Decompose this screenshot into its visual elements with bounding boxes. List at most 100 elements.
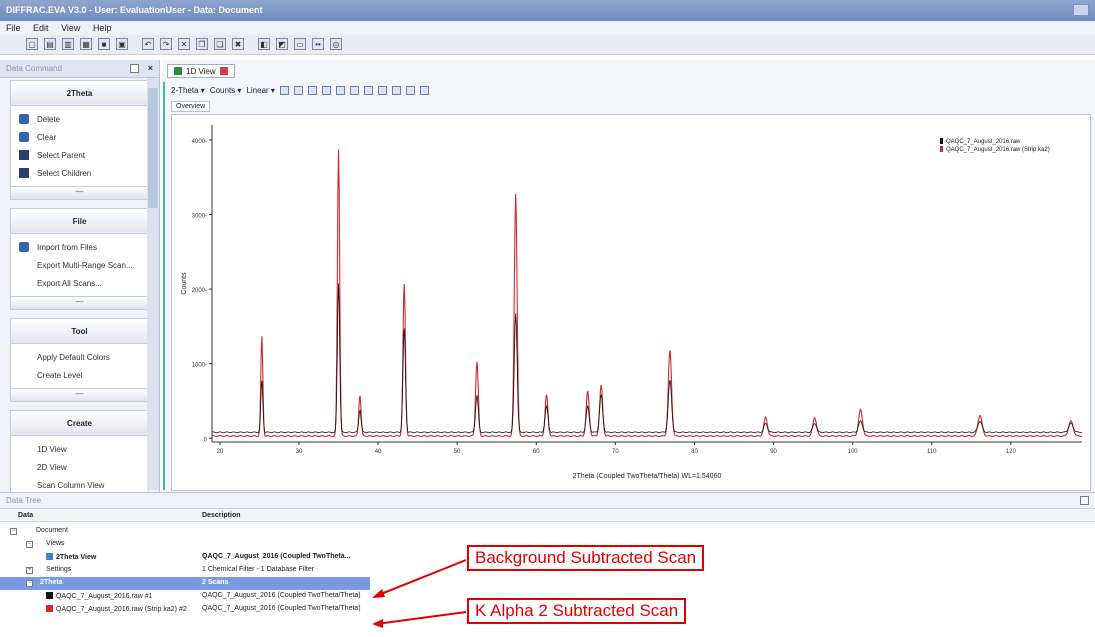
command-select-parent[interactable]: Select Parent: [11, 146, 148, 164]
tree-node-description: 1 Chemical Filter - 1 Database Filter: [202, 566, 315, 573]
tool-icon[interactable]: ◧: [258, 38, 270, 50]
command-panel-scrollbar[interactable]: [147, 78, 159, 490]
data-command-title: Data Command: [6, 64, 63, 73]
zoom-icon[interactable]: ◎: [330, 38, 342, 50]
collapse-icon[interactable]: −: [10, 528, 17, 535]
collapse-bar[interactable]: —: [10, 186, 149, 200]
scan-color-icon: [46, 592, 53, 599]
tree-node-description: 2 Scans: [202, 579, 229, 586]
command-label: Delete: [37, 114, 61, 124]
legend-swatch: [940, 146, 943, 152]
active-view-indicator: [163, 82, 165, 490]
tree-row-2theta-view[interactable]: 2Theta View QAQC_7_August_2016 (Coupled …: [0, 551, 370, 564]
command-create-level[interactable]: Create Level: [11, 366, 148, 384]
series-line-1: [211, 283, 1083, 434]
tree-row-scan-1[interactable]: QAQC_7_August_2016.raw #1 QAQC_7_August_…: [0, 590, 370, 603]
background-icon[interactable]: [391, 85, 401, 95]
tree-row-2theta[interactable]: − 2Theta 2 Scans: [0, 577, 370, 590]
data-tree-column-header: Data Description: [0, 510, 1095, 522]
window-control-button[interactable]: [1073, 4, 1089, 16]
filter-icon[interactable]: [293, 85, 303, 95]
zoom-fit-icon[interactable]: [279, 85, 289, 95]
collapse-icon[interactable]: −: [26, 541, 33, 548]
x-tick-label: 100: [848, 449, 859, 455]
window-icon[interactable]: ▭: [294, 38, 306, 50]
command-2d-view[interactable]: 2D View: [11, 458, 148, 476]
graph-icon[interactable]: [307, 85, 317, 95]
peak-search-icon[interactable]: [377, 85, 387, 95]
tree-node-label: 2Theta: [40, 579, 63, 586]
close-tab-icon[interactable]: [219, 67, 228, 75]
collapse-icon[interactable]: −: [26, 580, 33, 587]
chart-icon[interactable]: ◩: [276, 38, 288, 50]
expand-icon[interactable]: +: [26, 567, 33, 574]
scan-color-icon: [46, 605, 53, 612]
tree-node-label: Settings: [46, 566, 72, 573]
command-apply-default-colors[interactable]: Apply Default Colors: [11, 348, 148, 366]
section-title-2theta[interactable]: 2Theta: [10, 80, 149, 106]
print-icon[interactable]: ▣: [116, 38, 128, 50]
menu-view[interactable]: View: [61, 23, 80, 33]
close-icon[interactable]: ×: [148, 63, 153, 73]
y-tick-label: 4000-: [192, 139, 207, 145]
open-icon[interactable]: ▤: [44, 38, 56, 50]
column-description[interactable]: Description: [202, 512, 241, 519]
cut-icon[interactable]: ✕: [178, 38, 190, 50]
command-clear[interactable]: Clear: [11, 128, 148, 146]
pin-icon[interactable]: [1080, 496, 1089, 505]
paste-icon[interactable]: ❏: [214, 38, 226, 50]
tab-overview[interactable]: Overview: [171, 101, 211, 112]
scale-dropdown[interactable]: Linear ▾: [246, 86, 275, 95]
command-1d-view[interactable]: 1D View: [11, 440, 148, 458]
grid-icon[interactable]: [321, 85, 331, 95]
plot-frame[interactable]: 0 1000- 2000- 3000- 4000- 20 30 40 50 60 70 80 90 100…: [171, 114, 1091, 491]
command-label: Import from Files: [37, 242, 98, 252]
tree-row-settings[interactable]: + Settings 1 Chemical Filter - 1 Databas…: [0, 564, 370, 577]
command-import-from-files[interactable]: Import from Files: [11, 238, 148, 256]
collapse-bar[interactable]: —: [10, 296, 149, 310]
y-unit-label: Counts: [209, 85, 236, 95]
import-icon[interactable]: ▦: [80, 38, 92, 50]
scrollbar-thumb[interactable]: [148, 88, 158, 208]
command-export-all-scans[interactable]: Export All Scans...: [11, 274, 148, 292]
save-icon[interactable]: ■: [98, 38, 110, 50]
export-icon[interactable]: [419, 85, 429, 95]
command-delete[interactable]: Delete: [11, 110, 148, 128]
open-recent-icon[interactable]: ▥: [62, 38, 74, 50]
command-label: Scan Column View: [37, 480, 105, 490]
peak-icon[interactable]: [363, 85, 373, 95]
tree-row-document[interactable]: − Document: [0, 525, 370, 538]
section-title-tool[interactable]: Tool: [10, 318, 149, 344]
strip-icon[interactable]: [405, 85, 415, 95]
delete-icon[interactable]: ✖: [232, 38, 244, 50]
diffraction-chart[interactable]: 0 1000- 2000- 3000- 4000- 20 30 40 50 60 70 80 90 100…: [172, 115, 1090, 490]
undo-zoom-icon[interactable]: [335, 85, 345, 95]
pin-icon[interactable]: [130, 64, 139, 73]
y-tick-label: 3000-: [192, 214, 207, 220]
section-title-create[interactable]: Create: [10, 410, 149, 436]
collapse-bar[interactable]: —: [10, 388, 149, 402]
tab-1d-view[interactable]: 1D View: [167, 64, 235, 78]
section-title-file[interactable]: File: [10, 208, 149, 234]
data-command-header: Data Command ×: [0, 60, 159, 78]
command-export-multi-range[interactable]: Export Multi-Range Scan...: [11, 256, 148, 274]
redo-icon[interactable]: ↷: [160, 38, 172, 50]
copy-icon[interactable]: ❐: [196, 38, 208, 50]
redo-zoom-icon[interactable]: [349, 85, 359, 95]
menu-bar: File Edit View Help: [0, 21, 1095, 35]
menu-help[interactable]: Help: [93, 23, 112, 33]
tree-row-views[interactable]: − Views: [0, 538, 370, 551]
data-tree-title: Data Tree: [6, 496, 42, 505]
tree-row-scan-2[interactable]: QAQC_7_August_2016.raw (Strip ka2) #2 QA…: [0, 603, 370, 616]
menu-file[interactable]: File: [6, 23, 21, 33]
undo-icon[interactable]: ↶: [142, 38, 154, 50]
command-select-children[interactable]: Select Children: [11, 164, 148, 182]
y-unit-dropdown[interactable]: Counts ▾: [210, 86, 242, 95]
x-unit-dropdown[interactable]: 2-Theta ▾: [171, 86, 205, 95]
new-document-icon[interactable]: ▢: [26, 38, 38, 50]
column-data[interactable]: Data: [18, 512, 33, 519]
section-items-create: 1D View 2D View Scan Column View: [10, 436, 149, 498]
menu-edit[interactable]: Edit: [33, 23, 49, 33]
dots-icon[interactable]: ••: [312, 38, 324, 50]
select-parent-icon: [19, 150, 29, 160]
